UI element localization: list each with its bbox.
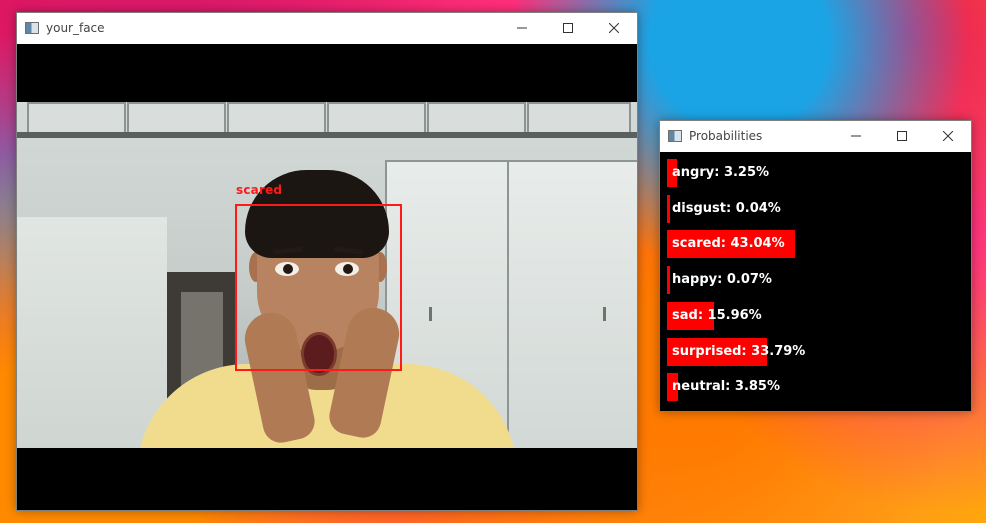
cabinet <box>27 102 126 136</box>
probability-row: disgust: 0.04% <box>667 194 964 223</box>
window-title: your_face <box>46 21 105 35</box>
app-icon <box>25 22 39 34</box>
cabinet-handle <box>603 307 606 321</box>
cabinet <box>427 102 526 136</box>
probability-row: sad: 15.96% <box>667 301 964 330</box>
probability-row: happy: 0.07% <box>667 266 964 295</box>
probability-row: scared: 43.04% <box>667 230 964 259</box>
wall <box>17 217 167 448</box>
probability-row: surprised: 33.79% <box>667 337 964 366</box>
shelf-shadow <box>17 132 637 138</box>
probability-label: sad: 15.96% <box>672 307 762 323</box>
maximize-button[interactable] <box>879 121 925 151</box>
probability-label: angry: 3.25% <box>672 165 770 180</box>
probabilities-window: Probabilities angry: 3.25% disgust: 0.04%… <box>659 120 972 412</box>
detection-label: scared <box>236 183 283 197</box>
cabinet-handle <box>429 307 432 321</box>
probability-row: angry: 3.25% <box>667 159 964 187</box>
your-face-titlebar[interactable]: your_face <box>17 13 637 43</box>
close-icon <box>943 131 953 141</box>
maximize-button[interactable] <box>545 13 591 43</box>
cabinet <box>127 102 226 136</box>
cabinet <box>227 102 326 136</box>
probabilities-canvas: angry: 3.25% disgust: 0.04% scared: 43.04%… <box>660 152 971 411</box>
minimize-icon <box>517 27 527 29</box>
probability-label: disgust: 0.04% <box>672 200 781 216</box>
close-button[interactable] <box>591 13 637 43</box>
cabinet-door <box>507 160 637 448</box>
maximize-icon <box>563 23 573 33</box>
probability-bar <box>667 266 670 295</box>
probability-label: neutral: 3.85% <box>672 379 781 395</box>
cabinet <box>327 102 426 136</box>
window-title: Probabilities <box>689 129 763 143</box>
close-icon <box>609 23 619 33</box>
probability-label: surprised: 33.79% <box>672 343 806 359</box>
minimize-button[interactable] <box>499 13 545 43</box>
camera-canvas: scared <box>17 44 637 510</box>
minimize-icon <box>851 135 861 137</box>
cabinet <box>527 102 631 136</box>
probabilities-titlebar[interactable]: Probabilities <box>660 121 971 151</box>
face-detection-box <box>235 204 402 371</box>
close-button[interactable] <box>925 121 971 151</box>
probability-label: scared: 43.04% <box>672 236 785 252</box>
app-icon <box>668 130 682 142</box>
probability-bar <box>667 194 670 223</box>
your-face-window: your_face scared <box>16 12 638 511</box>
probability-row: neutral: 3.85% <box>667 373 964 402</box>
maximize-icon <box>897 131 907 141</box>
probability-label: happy: 0.07% <box>672 272 772 288</box>
minimize-button[interactable] <box>833 121 879 151</box>
